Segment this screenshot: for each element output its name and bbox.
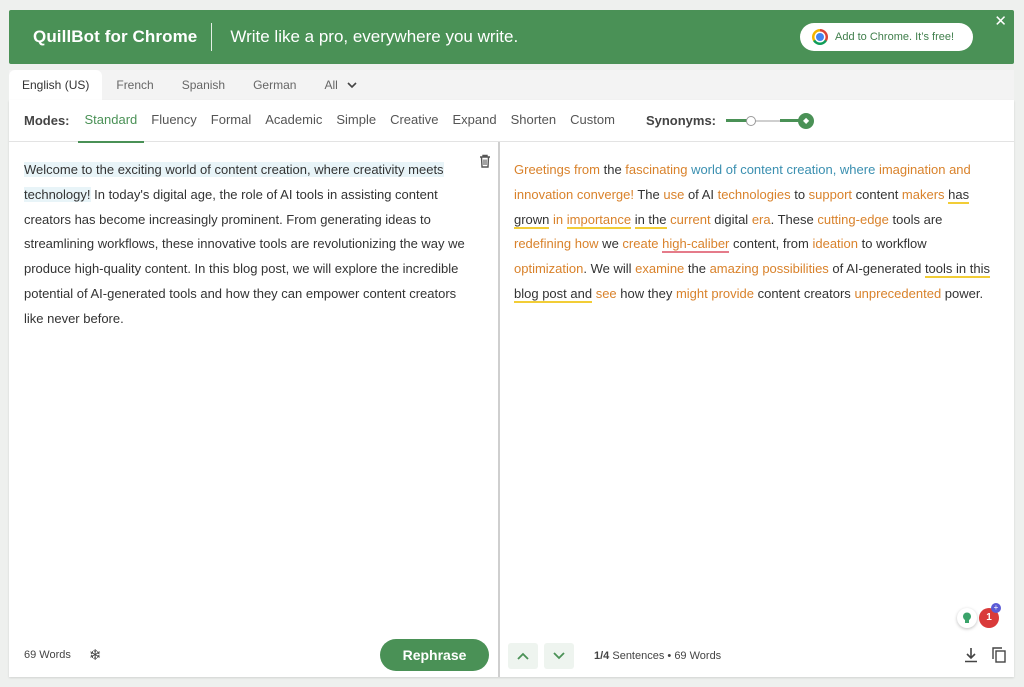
slider-handle[interactable] <box>746 115 757 126</box>
editor-panel: Modes: Standard Fluency Formal Academic … <box>9 100 1014 677</box>
snowflake-icon[interactable]: ❄ <box>89 646 102 664</box>
input-text-area[interactable]: Welcome to the exciting world of content… <box>24 158 474 332</box>
output-text-area[interactable]: Greetings from the fascinating world of … <box>514 158 1000 307</box>
mode-standard[interactable]: Standard <box>77 100 145 143</box>
download-icon[interactable] <box>964 647 978 668</box>
previous-sentence-button[interactable] <box>508 643 538 669</box>
output-segment[interactable]: examine <box>635 261 684 276</box>
output-segment[interactable]: support <box>809 187 852 202</box>
tab-all-languages[interactable]: All <box>310 70 370 100</box>
output-segment[interactable]: unprecedented <box>854 286 941 301</box>
tab-french[interactable]: French <box>102 70 167 100</box>
chevron-down-icon <box>344 81 357 92</box>
output-segment[interactable]: redefining how <box>514 236 599 251</box>
output-segment: we <box>598 236 623 252</box>
modes-bar: Modes: Standard Fluency Formal Academic … <box>9 100 1014 143</box>
output-word-count: 69 Words <box>674 650 722 662</box>
output-segment: how they <box>616 285 676 301</box>
sentence-counter: 1/4 <box>594 650 610 662</box>
output-segment: of AI <box>684 186 718 202</box>
tab-all-label: All <box>324 78 338 92</box>
output-segment: content <box>852 186 902 202</box>
output-segment: in the <box>634 211 667 229</box>
banner-divider <box>211 23 213 51</box>
mode-formal[interactable]: Formal <box>204 100 258 142</box>
output-segment: world of content creation, where <box>691 162 876 177</box>
output-footer: 1/4 Sentences • 69 Words <box>508 641 1006 671</box>
mode-expand[interactable]: Expand <box>446 100 504 142</box>
mode-simple[interactable]: Simple <box>329 100 383 142</box>
output-segment[interactable]: might provide <box>676 286 754 301</box>
output-segment: . These <box>770 211 818 227</box>
lightbulb-icon[interactable] <box>957 608 977 628</box>
output-segment[interactable]: Greetings from <box>514 162 600 177</box>
output-segment: the <box>684 261 710 277</box>
mode-academic[interactable]: Academic <box>258 100 329 142</box>
input-pane: Welcome to the exciting world of content… <box>9 142 498 677</box>
next-sentence-button[interactable] <box>544 643 574 669</box>
output-segment: of AI-generated <box>828 261 925 277</box>
input-footer: 69 Words ❄ Rephrase <box>24 639 489 671</box>
output-segment: digital <box>710 211 752 227</box>
output-segment[interactable]: high-caliber <box>662 236 730 254</box>
tab-german[interactable]: German <box>239 70 310 100</box>
copy-icon[interactable] <box>992 647 1006 668</box>
sentence-info: 1/4 Sentences • 69 Words <box>594 650 722 662</box>
output-segment[interactable]: makers <box>902 187 945 202</box>
output-segment: the <box>599 162 626 177</box>
banner-tagline: Write like a pro, everywhere you write. <box>230 27 519 46</box>
output-segment: content, from <box>729 236 813 252</box>
mode-creative[interactable]: Creative <box>383 100 445 142</box>
paraphraser-card: English (US) French Spanish German All M… <box>9 70 1014 677</box>
output-segment[interactable]: optimization <box>514 261 583 276</box>
output-segment: power. <box>941 285 984 301</box>
premium-diamond-icon: ◆ <box>798 112 815 129</box>
add-to-chrome-button[interactable]: Add to Chrome. It’s free! <box>800 23 973 51</box>
output-segment[interactable]: current <box>670 212 710 227</box>
output-segment[interactable]: importance <box>566 211 632 229</box>
output-segment: to <box>790 186 809 202</box>
tab-spanish[interactable]: Spanish <box>168 70 239 100</box>
mode-custom[interactable]: Custom <box>563 100 622 142</box>
output-segment[interactable]: era <box>752 212 771 227</box>
output-segment[interactable]: see <box>596 286 617 301</box>
add-to-chrome-label: Add to Chrome. It’s free! <box>835 31 955 43</box>
chrome-extension-banner: QuillBot for Chrome Write like a pro, ev… <box>9 10 1014 64</box>
chrome-logo-icon <box>812 29 828 45</box>
output-segment[interactable]: fascinating <box>625 162 687 177</box>
rephrase-button[interactable]: Rephrase <box>380 639 489 671</box>
synonyms-label: Synonyms: <box>645 113 717 128</box>
output-segment: to workflow <box>858 236 927 252</box>
feedback-badges: 1 + <box>957 603 1003 630</box>
output-segment[interactable]: ideation <box>812 236 858 251</box>
output-segment[interactable]: create <box>622 236 658 251</box>
input-remaining-text: In today's digital age, the role of AI t… <box>24 186 465 326</box>
sentences-label: Sentences <box>612 650 665 662</box>
output-segment: The <box>633 186 664 202</box>
output-segment[interactable]: in <box>549 212 566 227</box>
language-tabs: English (US) French Spanish German All <box>9 70 371 100</box>
mode-fluency[interactable]: Fluency <box>144 100 204 142</box>
trash-icon[interactable] <box>479 154 491 173</box>
output-segment[interactable]: technologies <box>718 187 791 202</box>
output-pane: Greetings from the fascinating world of … <box>500 142 1014 677</box>
chevron-up-icon <box>517 652 529 660</box>
output-segment: tools are <box>888 211 943 227</box>
modes-label: Modes: <box>24 113 70 128</box>
close-banner-icon[interactable]: ✕ <box>994 12 1007 30</box>
mode-shorten[interactable]: Shorten <box>504 100 564 142</box>
output-segment[interactable]: amazing possibilities <box>710 261 829 276</box>
output-segment[interactable]: use <box>663 187 684 202</box>
tab-english-us[interactable]: English (US) <box>9 70 103 100</box>
output-segment: . We will <box>583 261 636 277</box>
plus-icon: + <box>991 603 1001 613</box>
output-segment: content creators <box>753 285 855 301</box>
chevron-down-icon <box>553 652 565 660</box>
input-word-count: 69 Words <box>24 649 71 661</box>
banner-brand: QuillBot for Chrome <box>33 27 198 46</box>
synonyms-slider[interactable]: ◆ <box>726 112 815 129</box>
output-segment[interactable]: cutting-edge <box>817 212 889 227</box>
